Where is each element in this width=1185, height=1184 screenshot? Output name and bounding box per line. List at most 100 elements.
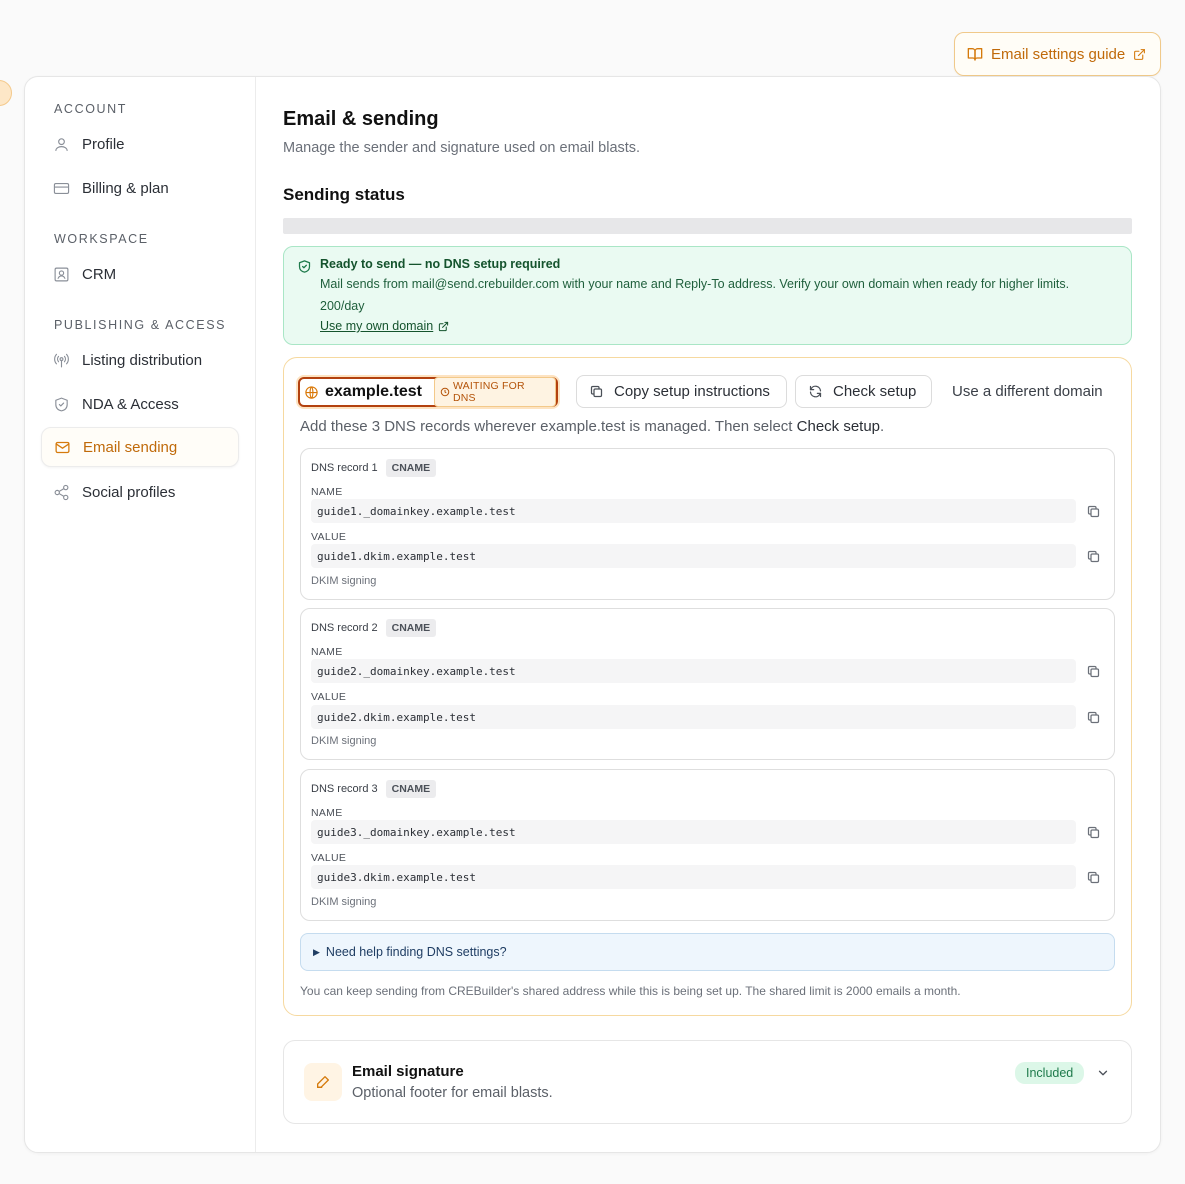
record-note: DKIM signing xyxy=(311,735,377,747)
record-type-badge: CNAME xyxy=(385,619,437,637)
sidebar-section-workspace: WORKSPACE xyxy=(54,232,149,246)
dns-record-title: DNS record 1 xyxy=(311,462,378,474)
credit-card-icon xyxy=(53,180,70,197)
ready-title: Ready to send — no DNS setup required xyxy=(320,257,561,271)
copy-icon[interactable] xyxy=(1086,549,1101,564)
copy-icon[interactable] xyxy=(1086,870,1101,885)
shield-check-icon xyxy=(297,259,312,274)
record-name-value[interactable]: guide3._domainkey.example.test xyxy=(311,820,1076,844)
record-value[interactable]: guide2.dkim.example.test xyxy=(311,705,1076,729)
copy-button-label: Copy setup instructions xyxy=(614,383,770,400)
sidebar-item-label: NDA & Access xyxy=(82,395,179,413)
dns-record-title: DNS record 3 xyxy=(311,783,378,795)
record-value[interactable]: guide1.dkim.example.test xyxy=(311,544,1076,568)
sidebar-item-listing-distribution[interactable]: Listing distribution xyxy=(41,340,239,380)
external-link-icon xyxy=(438,321,449,332)
value-label: VALUE xyxy=(311,691,347,703)
sidebar: ACCOUNT Profile Billing & plan WORKSPACE… xyxy=(25,77,256,1152)
sidebar-item-label: Billing & plan xyxy=(82,179,169,197)
status-badge-label: WAITING FOR DNS xyxy=(452,380,525,404)
domain-pill[interactable]: example.test WAITING FOR DNS xyxy=(298,377,558,407)
use-own-domain-link[interactable]: Use my own domain xyxy=(320,319,449,333)
value-label: VALUE xyxy=(311,531,347,543)
sidebar-item-label: CRM xyxy=(82,265,117,283)
dns-record-card: DNS record 3 CNAME NAME guide3._domainkey… xyxy=(300,769,1115,921)
ready-to-send-notice: Ready to send — no DNS setup required Ma… xyxy=(283,246,1132,345)
sidebar-item-label: Listing distribution xyxy=(82,351,203,369)
value-label: VALUE xyxy=(311,852,347,864)
broadcast-icon xyxy=(53,352,70,369)
settings-panel: ACCOUNT Profile Billing & plan WORKSPACE… xyxy=(24,76,1161,1153)
sidebar-item-billing[interactable]: Billing & plan xyxy=(41,168,239,208)
main-content: Email & sending Manage the sender and si… xyxy=(283,77,1133,1152)
chevron-down-icon[interactable] xyxy=(1096,1066,1110,1080)
globe-icon xyxy=(304,385,319,400)
email-settings-guide-button[interactable]: Email settings guide xyxy=(954,32,1161,76)
record-name-value[interactable]: guide2._domainkey.example.test xyxy=(311,659,1076,683)
sidebar-toggle-handle[interactable] xyxy=(0,80,12,106)
ready-limit: 200/day xyxy=(320,299,365,313)
sidebar-item-profile[interactable]: Profile xyxy=(41,124,239,164)
sidebar-item-social-profiles[interactable]: Social profiles xyxy=(41,472,239,512)
shared-limit-note: You can keep sending from CREBuilder's s… xyxy=(300,984,961,998)
signature-subtitle: Optional footer for email blasts. xyxy=(352,1085,553,1101)
copy-icon[interactable] xyxy=(1086,504,1101,519)
page-subtitle: Manage the sender and signature used on … xyxy=(283,140,641,156)
help-label: Need help finding DNS settings? xyxy=(325,945,507,959)
copy-icon xyxy=(589,384,604,399)
instructions-strong: Check setup xyxy=(796,418,881,435)
instructions-text: Add these 3 DNS records wherever example… xyxy=(300,418,797,435)
record-note: DKIM signing xyxy=(311,575,377,587)
name-label: NAME xyxy=(311,807,343,819)
use-different-domain-button[interactable]: Use a different domain xyxy=(952,375,1103,408)
dns-record-card: DNS record 1 CNAME NAME guide1._domainkey… xyxy=(300,448,1115,600)
ready-description: Mail sends from mail@send.crebuilder.com… xyxy=(320,277,1070,291)
triangle-right-icon: ▶ xyxy=(313,946,320,957)
sidebar-section-publishing: PUBLISHING & ACCESS xyxy=(54,318,227,332)
copy-setup-instructions-button[interactable]: Copy setup instructions xyxy=(576,375,787,408)
pen-icon xyxy=(304,1063,342,1101)
sidebar-section-account: ACCOUNT xyxy=(54,102,128,116)
copy-icon[interactable] xyxy=(1086,664,1101,679)
share-icon xyxy=(53,484,70,501)
shield-icon xyxy=(53,396,70,413)
name-label: NAME xyxy=(311,646,343,658)
link-label: Use my own domain xyxy=(320,319,434,333)
instructions-end: . xyxy=(880,418,885,435)
user-icon xyxy=(53,136,70,153)
page-title: Email & sending xyxy=(283,108,439,130)
record-type-badge: CNAME xyxy=(385,459,437,477)
check-setup-button[interactable]: Check setup xyxy=(795,375,932,408)
email-signature-card[interactable]: Email signature Optional footer for emai… xyxy=(283,1040,1132,1124)
dns-record-card: DNS record 2 CNAME NAME guide2._domainkey… xyxy=(300,608,1115,760)
copy-icon[interactable] xyxy=(1086,825,1101,840)
copy-icon[interactable] xyxy=(1086,710,1101,725)
sidebar-item-email-sending[interactable]: Email sending xyxy=(41,427,239,467)
status-badge: WAITING FOR DNS xyxy=(433,377,556,407)
dns-instructions: Add these 3 DNS records wherever example… xyxy=(300,418,884,435)
domain-name: example.test xyxy=(325,383,422,400)
record-value[interactable]: guide3.dkim.example.test xyxy=(311,865,1076,889)
sidebar-item-label: Email sending xyxy=(83,438,178,456)
sidebar-item-label: Profile xyxy=(82,135,125,153)
record-name-value[interactable]: guide1._domainkey.example.test xyxy=(311,499,1076,523)
included-badge: Included xyxy=(1015,1062,1085,1084)
sidebar-item-nda-access[interactable]: NDA & Access xyxy=(41,384,239,424)
book-icon xyxy=(967,46,983,62)
refresh-icon xyxy=(808,384,823,399)
sending-status-heading: Sending status xyxy=(283,185,405,204)
name-label: NAME xyxy=(311,486,343,498)
dns-help-disclosure[interactable]: ▶ Need help finding DNS settings? xyxy=(300,933,1115,971)
record-note: DKIM signing xyxy=(311,896,377,908)
contact-card-icon xyxy=(53,266,70,283)
check-button-label: Check setup xyxy=(833,383,917,400)
sidebar-item-crm[interactable]: CRM xyxy=(41,254,239,294)
sidebar-item-label: Social profiles xyxy=(82,483,176,501)
domain-setup-card: example.test WAITING FOR DNS Copy setup … xyxy=(283,357,1132,1016)
loading-skeleton-bar xyxy=(283,218,1132,234)
guide-button-label: Email settings guide xyxy=(991,45,1126,63)
external-link-icon xyxy=(1133,48,1146,61)
mail-icon xyxy=(54,439,71,456)
clock-icon xyxy=(440,387,450,397)
record-type-badge: CNAME xyxy=(385,780,437,798)
